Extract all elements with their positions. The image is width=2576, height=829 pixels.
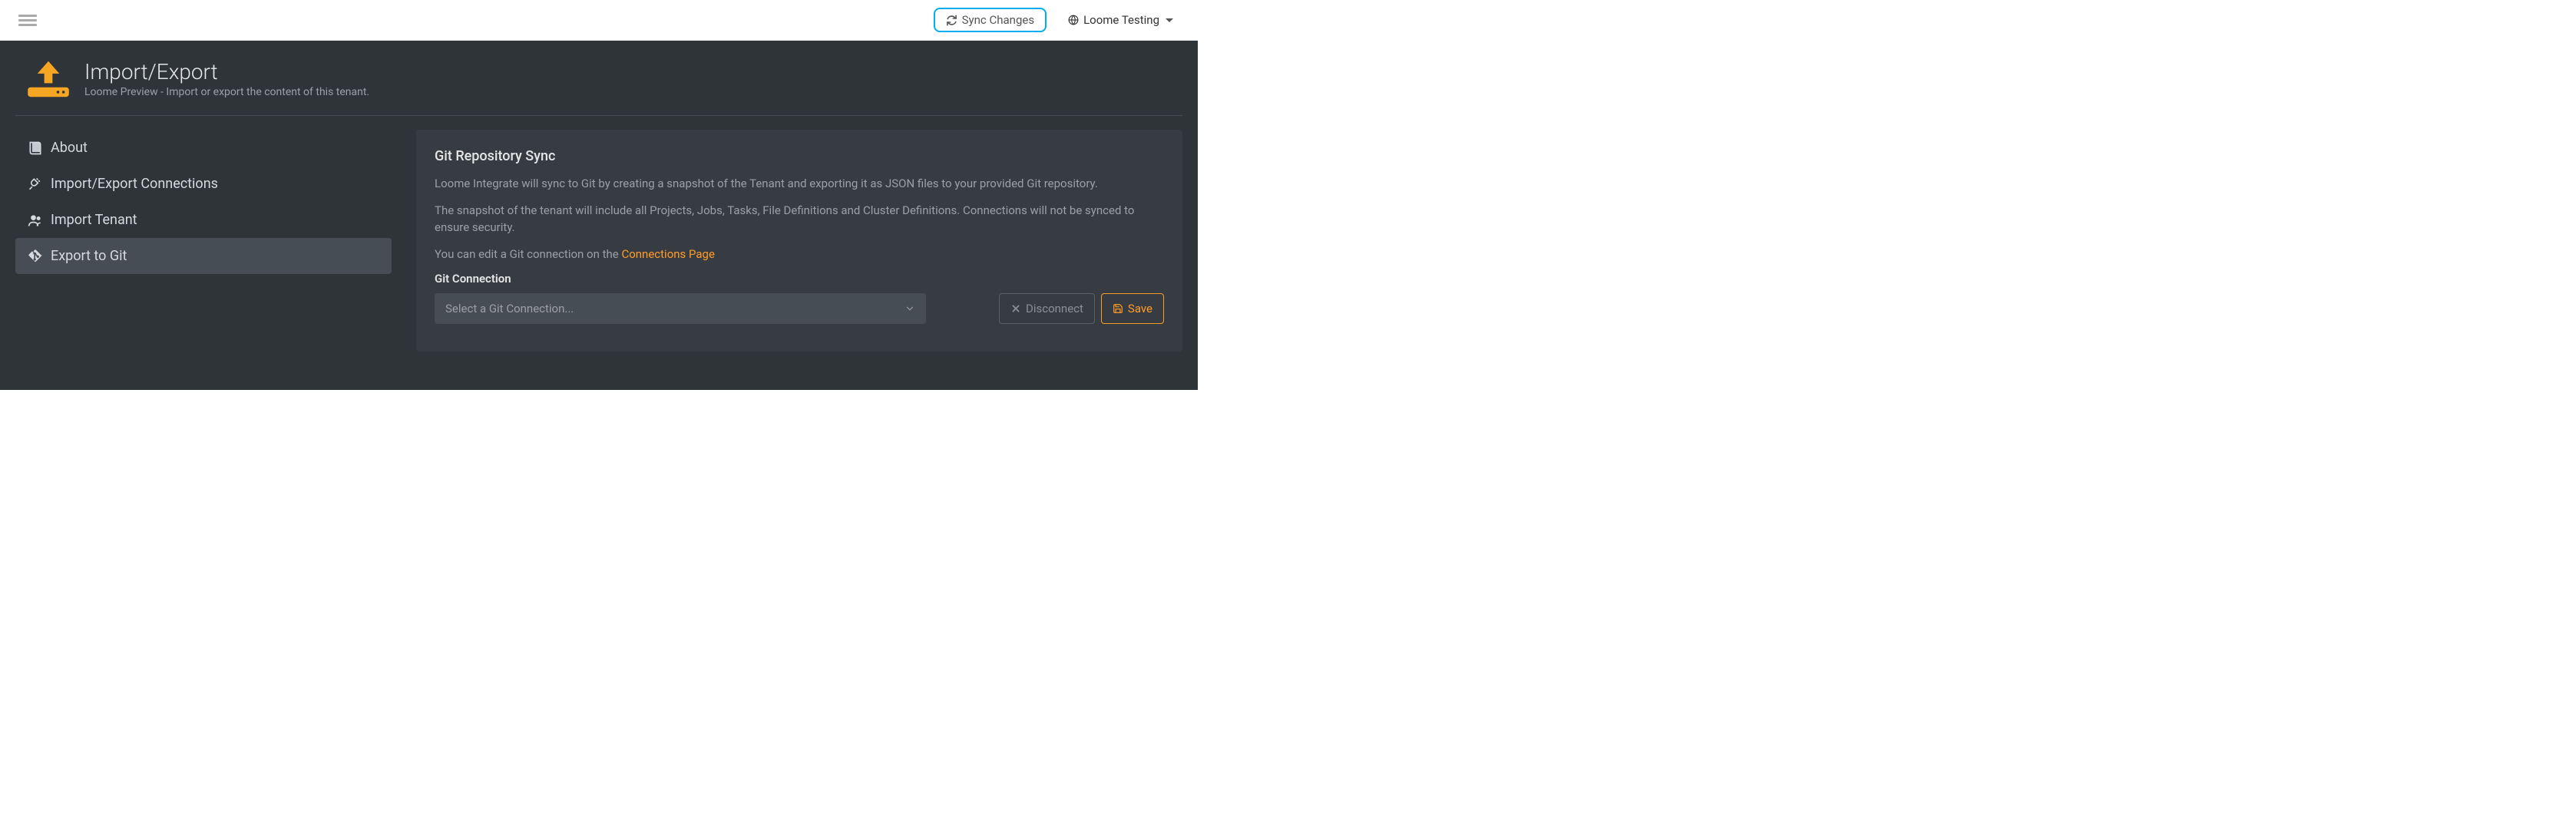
panel-text: You can edit a Git connection on the (435, 247, 621, 261)
sidebar-item-label: About (51, 140, 88, 156)
panel-title: Git Repository Sync (435, 148, 1164, 164)
save-button[interactable]: Save (1101, 293, 1164, 324)
git-connection-select[interactable]: Select a Git Connection... (435, 293, 926, 324)
close-icon (1010, 303, 1021, 314)
menu-toggle-button[interactable] (18, 15, 37, 26)
chevron-down-icon (904, 303, 915, 314)
sync-icon (946, 15, 957, 26)
save-icon (1113, 303, 1123, 314)
settings-sidebar: About Import/Export Connections Import T… (15, 130, 392, 352)
caret-down-icon (1166, 18, 1173, 22)
select-placeholder: Select a Git Connection... (445, 302, 574, 315)
panel-paragraph: The snapshot of the tenant will include … (435, 202, 1164, 236)
save-label: Save (1128, 302, 1152, 315)
topbar: Sync Changes Loome Testing (0, 0, 1198, 41)
panel-paragraph: You can edit a Git connection on the Con… (435, 246, 1164, 263)
globe-icon (1068, 15, 1079, 25)
disconnect-button[interactable]: Disconnect (999, 293, 1095, 324)
sidebar-item-label: Export to Git (51, 248, 127, 264)
git-connection-label: Git Connection (435, 272, 1164, 286)
panel-paragraph: Loome Integrate will sync to Git by crea… (435, 175, 1164, 193)
sidebar-item-label: Import Tenant (51, 212, 137, 228)
upload-icon (26, 60, 71, 98)
sidebar-item-connections[interactable]: Import/Export Connections (15, 166, 392, 202)
users-icon (28, 213, 43, 228)
git-icon (28, 249, 43, 264)
page-subtitle: Loome Preview - Import or export the con… (84, 86, 369, 98)
sync-changes-button[interactable]: Sync Changes (934, 8, 1047, 32)
sidebar-item-label: Import/Export Connections (51, 176, 218, 192)
main-content: Import/Export Loome Preview - Import or … (0, 41, 1198, 390)
git-sync-panel: Git Repository Sync Loome Integrate will… (416, 130, 1182, 352)
sync-changes-label: Sync Changes (962, 13, 1034, 27)
book-icon (28, 140, 43, 156)
tenant-dropdown[interactable]: Loome Testing (1068, 13, 1173, 27)
tenant-label: Loome Testing (1083, 13, 1159, 27)
sidebar-item-about[interactable]: About (15, 130, 392, 166)
page-title: Import/Export (84, 59, 369, 84)
disconnect-label: Disconnect (1026, 302, 1083, 315)
plug-icon (28, 177, 43, 192)
sidebar-item-import-tenant[interactable]: Import Tenant (15, 202, 392, 238)
sidebar-item-export-git[interactable]: Export to Git (15, 238, 392, 274)
connections-page-link[interactable]: Connections Page (621, 247, 714, 261)
